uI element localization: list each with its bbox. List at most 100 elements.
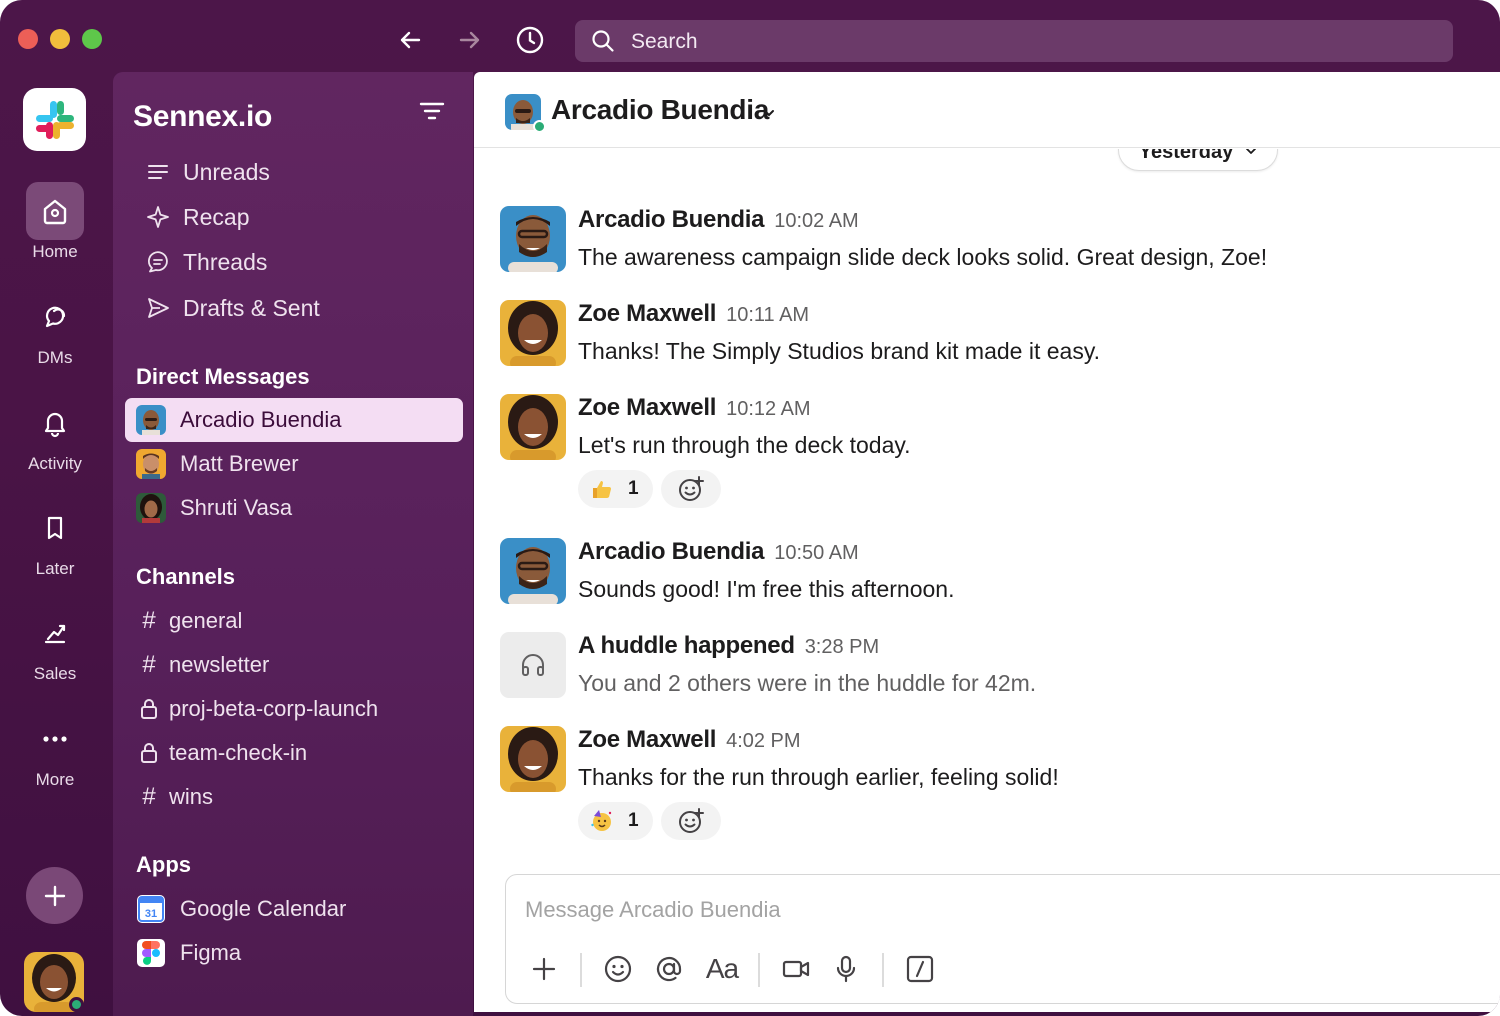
figma-icon bbox=[142, 941, 160, 965]
rail-dms[interactable]: DMs bbox=[0, 288, 110, 368]
window-zoom-button[interactable] bbox=[82, 29, 102, 49]
message-avatar[interactable] bbox=[500, 538, 566, 604]
arrow-left-icon bbox=[400, 31, 421, 49]
at-sign-icon bbox=[656, 956, 682, 982]
forward-button[interactable] bbox=[452, 22, 488, 58]
search-bar[interactable]: Search bbox=[575, 20, 1453, 62]
attach-button[interactable] bbox=[526, 951, 562, 987]
message-text: The awareness campaign slide deck looks … bbox=[578, 244, 1268, 270]
add-reaction-button[interactable] bbox=[660, 470, 721, 508]
rail-activity[interactable]: Activity bbox=[0, 394, 110, 474]
dm-item-matt-brewer[interactable]: Matt Brewer bbox=[125, 442, 463, 486]
video-clip-button[interactable] bbox=[778, 951, 814, 987]
sidebar-item-unreads[interactable]: Unreads bbox=[145, 156, 270, 188]
formatting-button[interactable]: Aa bbox=[702, 951, 742, 987]
composer-input[interactable]: Message Arcadio Buendia bbox=[525, 897, 781, 923]
window-minimize-button[interactable] bbox=[50, 29, 70, 49]
reaction-thumbs-up[interactable]: 1 bbox=[578, 470, 653, 508]
dm-section-header[interactable]: Direct Messages bbox=[136, 364, 310, 390]
workspace-name[interactable]: Sennex.io bbox=[133, 100, 272, 134]
dm-item-shruti-vasa[interactable]: Shruti Vasa bbox=[125, 486, 463, 530]
date-divider-button[interactable]: Yesterday bbox=[1118, 149, 1278, 171]
thumbs-up-icon bbox=[593, 481, 611, 498]
rail-activity-label: Activity bbox=[28, 454, 82, 473]
message-time[interactable]: 4:02 PM bbox=[726, 730, 800, 752]
message-item[interactable]: Arcadio Buendia 10:50 AM Sounds good! I'm… bbox=[500, 538, 1480, 608]
message-time[interactable]: 10:02 AM bbox=[774, 210, 859, 232]
sidebar-item-label: Threads bbox=[183, 248, 268, 275]
window-close-button[interactable] bbox=[18, 29, 38, 49]
app-item-google-calendar[interactable]: 31 Google Calendar bbox=[137, 891, 346, 927]
message-item[interactable]: Arcadio Buendia 10:02 AM The awareness ca… bbox=[500, 206, 1480, 276]
google-calendar-icon: 31 bbox=[138, 896, 164, 922]
rail-later[interactable]: Later bbox=[0, 499, 110, 579]
mention-button[interactable] bbox=[651, 951, 687, 987]
sidebar-item-threads[interactable]: Threads bbox=[145, 246, 267, 278]
rail-more-label: More bbox=[35, 770, 75, 789]
conversation-title[interactable]: Arcadio Buendia bbox=[551, 94, 769, 126]
channels-section-header[interactable]: Channels bbox=[136, 564, 235, 590]
rail-sales[interactable]: Sales bbox=[0, 604, 110, 684]
search-placeholder: Search bbox=[631, 30, 698, 53]
workspace-logo[interactable] bbox=[23, 88, 86, 151]
emoji-button[interactable] bbox=[600, 951, 636, 987]
channel-item-team-check-in[interactable]: team-check-in bbox=[137, 736, 307, 770]
rail-later-label: Later bbox=[35, 559, 75, 578]
reaction-party-face[interactable]: 1 bbox=[578, 802, 653, 840]
message-composer[interactable]: Message Arcadio Buendia Aa bbox=[505, 874, 1500, 1004]
message-item[interactable]: Zoe Maxwell 10:11 AM Thanks! The Simply S… bbox=[500, 300, 1480, 370]
message-author[interactable]: Zoe Maxwell 10:12 AM bbox=[578, 394, 811, 422]
shruti-avatar-icon bbox=[136, 493, 166, 523]
dms-icon bbox=[45, 306, 66, 328]
clock-icon bbox=[516, 26, 544, 54]
create-button[interactable] bbox=[26, 867, 83, 924]
message-avatar[interactable] bbox=[500, 206, 566, 272]
back-button[interactable] bbox=[392, 22, 428, 58]
message-time[interactable]: 10:12 AM bbox=[726, 398, 811, 420]
author-name: Zoe Maxwell bbox=[578, 300, 717, 327]
message-author[interactable]: Arcadio Buendia 10:02 AM bbox=[578, 206, 859, 234]
message-author[interactable]: Zoe Maxwell 4:02 PM bbox=[578, 726, 801, 754]
message-avatar[interactable] bbox=[500, 726, 566, 792]
message-author[interactable]: Zoe Maxwell 10:11 AM bbox=[578, 300, 809, 328]
arcadio-avatar-icon bbox=[136, 405, 166, 435]
channel-item-wins[interactable]: # wins bbox=[137, 780, 213, 814]
filter-icon[interactable] bbox=[415, 94, 449, 128]
message-author: A huddle happened 3:28 PM bbox=[578, 632, 879, 660]
toolbar-divider bbox=[882, 953, 884, 987]
audio-clip-button[interactable] bbox=[828, 951, 864, 987]
apps-section-header[interactable]: Apps bbox=[136, 852, 191, 878]
message-item[interactable]: Zoe Maxwell 10:12 AM Let's run through th… bbox=[500, 394, 1480, 514]
slack-window: Search Home DMs Activity Later Sales Mor… bbox=[0, 0, 1500, 1016]
zoe-avatar-icon bbox=[500, 300, 566, 366]
message-time[interactable]: 3:28 PM bbox=[805, 636, 879, 658]
chevron-down-icon[interactable] bbox=[762, 106, 776, 120]
dm-name: Shruti Vasa bbox=[180, 495, 293, 520]
zoe-avatar-icon bbox=[500, 394, 566, 460]
message-time[interactable]: 10:50 AM bbox=[774, 542, 859, 564]
message-item[interactable]: Zoe Maxwell 4:02 PM Thanks for the run th… bbox=[500, 726, 1480, 846]
channel-item-proj-beta-corp-launch[interactable]: proj-beta-corp-launch bbox=[137, 692, 378, 726]
rail-more[interactable]: More bbox=[0, 710, 110, 790]
history-button[interactable] bbox=[512, 22, 548, 58]
app-item-figma[interactable]: Figma bbox=[137, 935, 241, 971]
sidebar-item-drafts-sent[interactable]: Drafts & Sent bbox=[145, 292, 320, 324]
message-author[interactable]: Arcadio Buendia 10:50 AM bbox=[578, 538, 859, 566]
rail-home[interactable]: Home bbox=[0, 182, 110, 262]
dm-item-arcadio-buendia[interactable]: Arcadio Buendia bbox=[125, 398, 463, 442]
message-avatar[interactable] bbox=[500, 394, 566, 460]
huddle-summary-item[interactable]: A huddle happened 3:28 PM You and 2 other… bbox=[500, 632, 1480, 702]
date-divider-area: Yesterday bbox=[474, 149, 1500, 209]
message-time[interactable]: 10:11 AM bbox=[726, 304, 809, 326]
add-reaction-button[interactable] bbox=[660, 802, 721, 840]
message-avatar[interactable] bbox=[500, 300, 566, 366]
channel-item-general[interactable]: # general bbox=[137, 604, 242, 638]
sidebar-item-recap[interactable]: Recap bbox=[145, 201, 249, 233]
zoe-avatar-icon bbox=[500, 726, 566, 792]
lock-icon bbox=[141, 699, 157, 719]
channel-name: newsletter bbox=[169, 652, 270, 677]
channel-item-newsletter[interactable]: # newsletter bbox=[137, 648, 269, 682]
hash-icon: # bbox=[142, 651, 156, 678]
shortcuts-button[interactable] bbox=[902, 951, 938, 987]
bell-icon bbox=[44, 412, 66, 438]
